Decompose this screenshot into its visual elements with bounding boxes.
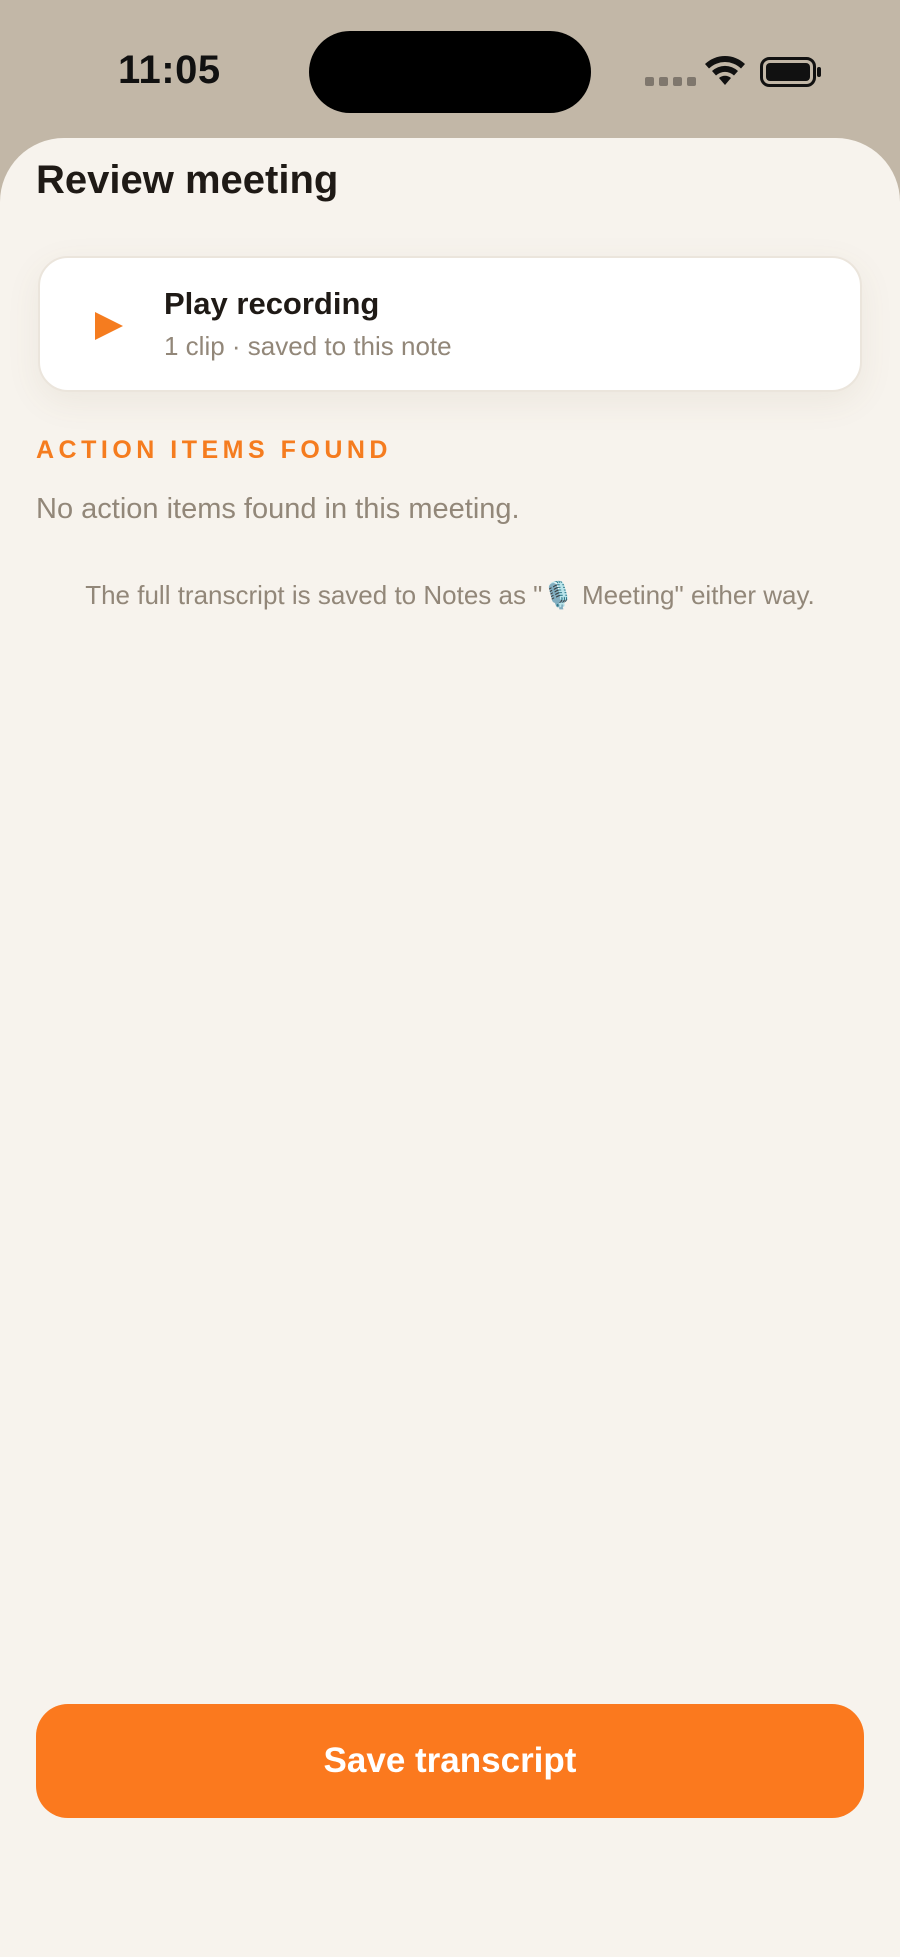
page-title: Review meeting	[36, 158, 339, 202]
play-recording-title: Play recording	[164, 286, 380, 321]
wifi-icon	[705, 56, 745, 85]
cellular-signal-icon	[645, 77, 696, 86]
action-items-empty-message: No action items found in this meeting.	[36, 493, 520, 525]
transcript-footnote: The full transcript is saved to Notes as…	[85, 580, 815, 610]
play-icon	[95, 312, 123, 340]
status-time: 11:05	[118, 48, 221, 92]
review-meeting-sheet: Review meeting Play recording 1 clip · s…	[0, 138, 900, 1957]
status-bar: 11:05	[0, 0, 900, 134]
battery-icon	[760, 57, 821, 87]
dynamic-island	[309, 31, 591, 113]
save-transcript-button[interactable]: Save transcript	[36, 1704, 864, 1818]
play-recording-subtitle: 1 clip · saved to this note	[164, 331, 452, 361]
action-items-header: ACTION ITEMS FOUND	[36, 436, 392, 464]
play-recording-button[interactable]: Play recording 1 clip · saved to this no…	[38, 256, 862, 392]
